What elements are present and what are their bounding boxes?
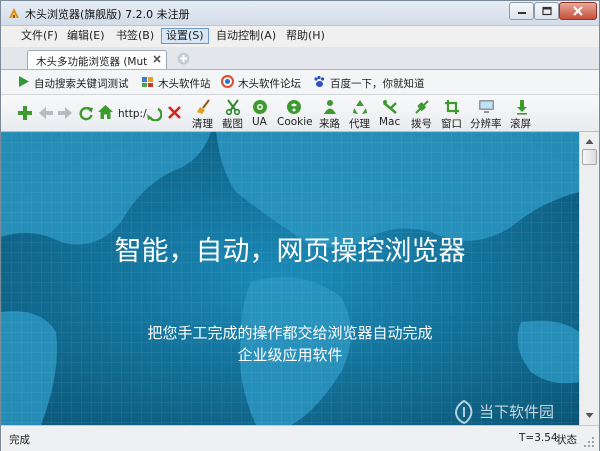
cookie-icon bbox=[287, 100, 301, 114]
forward-icon bbox=[58, 107, 72, 119]
proxy-recycle-icon bbox=[353, 100, 367, 114]
close-tab-icon[interactable] bbox=[152, 54, 162, 64]
scroll-down-arrow-icon[interactable] bbox=[582, 408, 597, 423]
broom-icon bbox=[197, 99, 210, 114]
menu-help[interactable]: 帮助(H) bbox=[282, 28, 329, 44]
toolbar: http:/ 清理 截图 UA Cookie 来路 代理 Mac 拨号 窗口 分… bbox=[1, 95, 599, 132]
status-bar: 完成 T=3.54 状态 bbox=[1, 425, 599, 451]
tool-label: 截图 bbox=[222, 118, 243, 130]
back-icon bbox=[39, 107, 53, 119]
forward-button[interactable] bbox=[57, 106, 73, 120]
wood-logo-icon bbox=[142, 77, 153, 87]
home-icon bbox=[98, 105, 113, 119]
tool-label: 滚屏 bbox=[510, 118, 531, 130]
maximize-icon bbox=[541, 6, 552, 16]
scroll-down-icon bbox=[517, 100, 527, 115]
mac-tools-icon bbox=[383, 100, 397, 114]
close-button[interactable] bbox=[559, 2, 597, 20]
scroll-up-icon[interactable] bbox=[582, 134, 597, 149]
status-text: 完成 bbox=[9, 434, 30, 446]
go-icon bbox=[147, 107, 162, 121]
baidu-paw-icon bbox=[314, 75, 325, 87]
browser-window: 木头浏览器(旗舰版) 7.2.0 未注册 文件(F) 编辑(E) 书签(B) 设… bbox=[0, 0, 600, 451]
minimize-icon bbox=[517, 12, 526, 14]
hero-headline: 智能，自动，网页操控浏览器 bbox=[114, 236, 466, 267]
tab-mutou[interactable]: 木头多功能浏览器 (Mutou bbox=[27, 50, 167, 69]
tool-label: Cookie bbox=[277, 116, 313, 128]
bookmark-label: 自动搜索关键词测试 bbox=[34, 78, 129, 90]
home-button[interactable] bbox=[97, 104, 114, 120]
menu-auto-control[interactable]: 自动控制(A) bbox=[212, 28, 280, 44]
web-content[interactable]: 智能，自动，网页操控浏览器 把您手工完成的操作都交给浏览器自动完成 企业级应用软… bbox=[1, 132, 579, 425]
resize-grip-icon[interactable] bbox=[583, 436, 595, 448]
maximize-button[interactable] bbox=[534, 2, 559, 20]
wood-browser-logo-icon bbox=[9, 8, 19, 18]
monitor-icon bbox=[479, 100, 494, 113]
tool-label: 分辨率 bbox=[470, 118, 502, 130]
tab-label: 木头多功能浏览器 (Mutou bbox=[36, 56, 148, 68]
tool-label: UA bbox=[252, 116, 267, 128]
new-tab-icon[interactable] bbox=[177, 52, 190, 65]
stop-button[interactable] bbox=[167, 105, 182, 120]
menu-settings[interactable]: 设置(S) bbox=[161, 28, 209, 44]
add-button[interactable] bbox=[17, 105, 33, 121]
window-title: 木头浏览器(旗舰版) 7.2.0 未注册 bbox=[25, 8, 190, 21]
go-button[interactable] bbox=[146, 105, 162, 121]
bookmark-label: 木头软件站 bbox=[158, 78, 211, 90]
android-ua-icon bbox=[253, 100, 267, 114]
referer-icon bbox=[324, 100, 336, 114]
watermark-logo-icon bbox=[454, 400, 473, 424]
menu-bar: 文件(F) 编辑(E) 书签(B) 设置(S) 自动控制(A) 帮助(H) bbox=[1, 26, 599, 46]
vertical-scrollbar[interactable] bbox=[579, 132, 599, 425]
stop-icon bbox=[168, 106, 181, 119]
bookmark-label: 木头软件论坛 bbox=[238, 78, 301, 90]
title-bar[interactable]: 木头浏览器(旗舰版) 7.2.0 未注册 bbox=[1, 1, 599, 26]
close-icon bbox=[573, 6, 583, 16]
tool-label: 窗口 bbox=[441, 118, 462, 130]
minimize-button[interactable] bbox=[509, 2, 534, 20]
menu-bookmarks[interactable]: 书签(B) bbox=[112, 28, 158, 44]
address-prefix[interactable]: http:/ bbox=[118, 108, 147, 120]
tool-label: Mac bbox=[379, 116, 401, 128]
add-icon bbox=[18, 106, 32, 120]
tool-label: 代理 bbox=[349, 118, 370, 130]
tool-label: 拨号 bbox=[411, 118, 432, 130]
scissors-icon bbox=[225, 99, 241, 115]
tool-label: 来路 bbox=[319, 118, 340, 130]
forum-ring-icon bbox=[221, 75, 234, 88]
menu-edit[interactable]: 编辑(E) bbox=[63, 28, 109, 44]
watermark-text: 当下软件园 bbox=[479, 403, 555, 421]
load-timer: T=3.54 bbox=[519, 432, 558, 444]
scrollbar-thumb[interactable] bbox=[582, 149, 597, 165]
tool-label: 清理 bbox=[192, 118, 213, 130]
world-map-background-icon bbox=[1, 132, 579, 425]
menu-file[interactable]: 文件(F) bbox=[17, 28, 62, 44]
back-button[interactable] bbox=[38, 106, 54, 120]
refresh-button[interactable] bbox=[78, 105, 94, 121]
dial-plug-icon bbox=[415, 100, 429, 114]
play-icon bbox=[19, 76, 29, 87]
window-crop-icon bbox=[445, 100, 459, 114]
tab-strip: 木头多功能浏览器 (Mutou bbox=[1, 47, 599, 70]
hero-subline-2: 企业级应用软件 bbox=[237, 346, 343, 364]
hero-subline-1: 把您手工完成的操作都交给浏览器自动完成 bbox=[147, 324, 433, 342]
bookmark-label: 百度一下，你就知道 bbox=[330, 78, 425, 90]
bookmarks-bar: 自动搜索关键词测试 木头软件站 木头软件论坛 百度一下，你就知道 bbox=[1, 70, 599, 95]
watermark: 当下软件园 bbox=[453, 400, 579, 424]
status-state: 状态 bbox=[556, 434, 577, 446]
refresh-icon bbox=[79, 106, 93, 121]
